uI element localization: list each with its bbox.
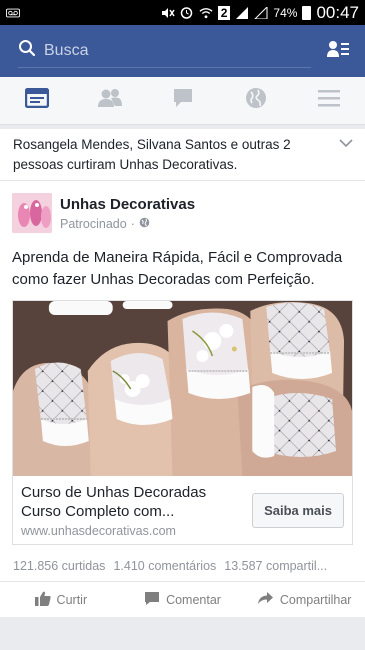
ad-title: Curso de Unhas Decoradas xyxy=(21,484,207,501)
engagement-counts: 121.856 curtidas 1.410 comentários 13.58… xyxy=(12,545,353,581)
ad-image-nails[interactable] xyxy=(13,301,352,476)
search-header xyxy=(0,25,365,77)
ad-card[interactable]: Curso de Unhas Decoradas Curso Completo … xyxy=(12,300,353,545)
thumbs-up-icon xyxy=(34,591,51,609)
messages-icon xyxy=(172,87,194,114)
likes-count[interactable]: 121.856 curtidas xyxy=(13,559,105,573)
contact-list-icon xyxy=(327,40,349,63)
tab-notifications[interactable] xyxy=(219,77,292,124)
friends-list-button[interactable] xyxy=(325,38,351,64)
ad-domain: www.unhasdecorativas.com xyxy=(21,524,176,538)
tab-friend-requests[interactable] xyxy=(73,77,146,124)
page-name[interactable]: Unhas Decorativas xyxy=(60,196,195,213)
status-bar: 2 74% 00:47 xyxy=(0,0,365,25)
separator-dot: · xyxy=(130,217,135,231)
notifications-globe-icon xyxy=(245,87,267,114)
search-field[interactable] xyxy=(18,34,311,68)
like-button[interactable]: Curtir xyxy=(0,591,122,609)
post-header: Unhas Decorativas Patrocinado · xyxy=(12,193,353,233)
page-avatar[interactable] xyxy=(12,193,52,233)
post-meta: Patrocinado · xyxy=(60,217,195,231)
menu-icon xyxy=(317,89,340,112)
social-context-bar: Rosangela Mendes, Silvana Santos e outra… xyxy=(0,129,365,181)
sponsored-label: Patrocinado xyxy=(60,217,127,231)
social-context-text: Rosangela Mendes, Silvana Santos e outra… xyxy=(13,137,291,172)
ad-description: Curso Completo com... xyxy=(21,503,175,520)
search-icon xyxy=(18,39,36,62)
share-arrow-icon xyxy=(257,591,274,608)
feed-gap xyxy=(0,617,365,637)
ad-info[interactable]: Curso de Unhas Decoradas Curso Completo … xyxy=(21,483,252,538)
clock: 00:47 xyxy=(316,2,359,22)
sponsored-post: Unhas Decorativas Patrocinado · Aprenda … xyxy=(0,181,365,617)
voicemail-icon xyxy=(6,7,20,19)
no-signal-icon xyxy=(254,6,268,19)
comment-button[interactable]: Comentar xyxy=(122,591,244,609)
navigation-tabs xyxy=(0,77,365,125)
mute-icon xyxy=(161,7,175,19)
comment-label: Comentar xyxy=(166,592,221,607)
battery-icon xyxy=(302,5,312,20)
post-body: Aprenda de Maneira Rápida, Fácil e Compr… xyxy=(12,249,343,288)
saiba-mais-button[interactable]: Saiba mais xyxy=(252,493,344,528)
post-actions: Curtir Comentar Compartilhar xyxy=(0,581,365,617)
chevron-down-icon[interactable] xyxy=(339,135,353,153)
search-input[interactable] xyxy=(44,41,244,60)
news-feed-icon xyxy=(24,87,49,113)
wifi-icon xyxy=(199,7,213,19)
sim-indicator: 2 xyxy=(217,5,231,20)
ad-footer: Curso de Unhas Decoradas Curso Completo … xyxy=(13,476,352,544)
tab-messages[interactable] xyxy=(146,77,219,124)
friend-requests-icon xyxy=(97,88,123,113)
shares-count[interactable]: 13.587 compartil... xyxy=(224,559,327,573)
signal-strength-icon xyxy=(235,6,249,19)
alarm-icon xyxy=(180,7,194,19)
globe-icon xyxy=(139,217,150,231)
like-label: Curtir xyxy=(56,592,88,607)
comment-bubble-icon xyxy=(144,591,160,609)
battery-percent: 74% xyxy=(273,5,298,20)
share-label: Compartilhar xyxy=(279,592,352,607)
tab-news-feed[interactable] xyxy=(0,77,73,124)
share-button[interactable]: Compartilhar xyxy=(243,591,365,608)
tab-menu[interactable] xyxy=(292,77,365,124)
comments-count[interactable]: 1.410 comentários xyxy=(113,559,216,573)
